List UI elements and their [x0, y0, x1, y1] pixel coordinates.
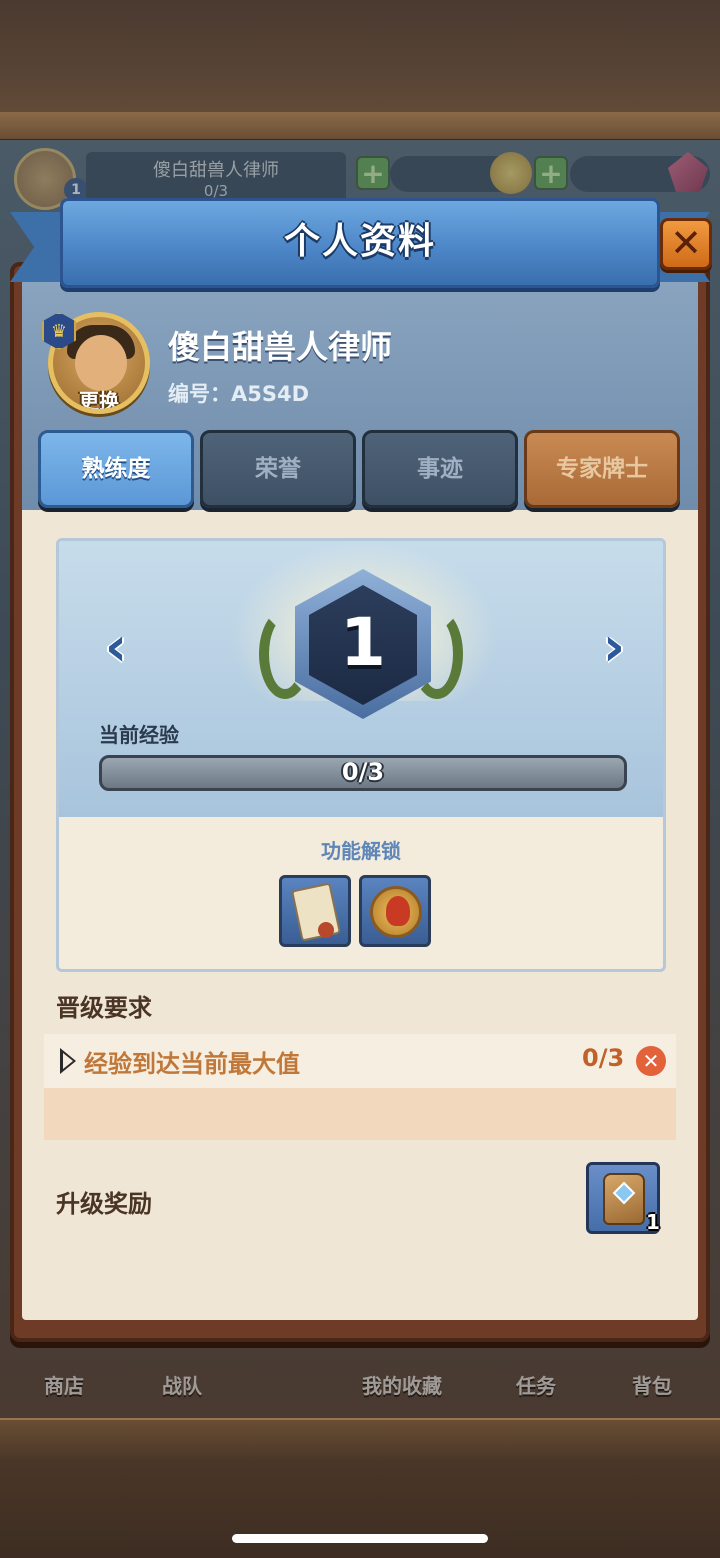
- player-id-label: 编号：: [168, 382, 231, 406]
- incomplete-x-icon: ✕: [636, 1046, 666, 1076]
- exp-progress-text: 0/3: [341, 758, 385, 786]
- feature-unlock-title: 功能解锁: [321, 839, 401, 863]
- nav-collection[interactable]: 我的收藏: [362, 1370, 442, 1399]
- level-number: 1: [340, 604, 386, 681]
- player-id-value: A5S4D: [231, 382, 310, 406]
- requirement-row-empty: [44, 1088, 676, 1140]
- nav-bag[interactable]: 背包: [632, 1370, 672, 1399]
- nav-shop[interactable]: 商店: [44, 1370, 84, 1399]
- avatar-face: [75, 335, 127, 391]
- upgrade-rewards-title: 升级奖励: [56, 1190, 152, 1218]
- close-button[interactable]: ✕: [660, 218, 712, 270]
- nav-team[interactable]: 战队: [162, 1370, 202, 1399]
- scroll-icon[interactable]: [279, 875, 351, 947]
- phoenix-body: [386, 896, 410, 926]
- add-gem-button[interactable]: +: [534, 156, 568, 190]
- tab-deeds[interactable]: 事迹: [362, 430, 518, 508]
- play-arrow-icon-inner: [63, 1053, 73, 1069]
- reward-count: 1: [646, 1210, 660, 1234]
- bottom-nav: 商店 战队 我的收藏 任务 背包: [0, 1340, 720, 1420]
- scroll-seal: [318, 922, 334, 938]
- requirement-progress: 0/3: [582, 1044, 625, 1072]
- next-level-arrow-icon[interactable]: ›: [597, 619, 631, 675]
- current-exp-label: 当前经验: [99, 723, 179, 747]
- level-panel-top: ‹ › 1 当前经验 0/3: [59, 541, 663, 817]
- requirement-row: 经验到达当前最大值 0/3 ✕: [44, 1034, 676, 1088]
- player-name: 傻白甜兽人律师: [168, 328, 393, 366]
- phoenix-icon[interactable]: [359, 875, 431, 947]
- add-coin-button[interactable]: +: [356, 156, 390, 190]
- level-panel: ‹ › 1 当前经验 0/3 功能解锁: [56, 538, 666, 972]
- prev-level-arrow-icon[interactable]: ‹: [99, 619, 133, 675]
- nav-tasks[interactable]: 任务: [516, 1370, 556, 1399]
- player-id: 编号：A5S4D: [168, 378, 309, 408]
- tab-expert-card[interactable]: 专家牌士: [524, 430, 680, 508]
- coin-icon: [490, 152, 532, 194]
- promotion-requirements-title: 晋级要求: [56, 994, 152, 1022]
- background-top-band: [0, 112, 720, 142]
- requirement-text: 经验到达当前最大值: [84, 1050, 300, 1078]
- modal-title: 个人资料: [283, 221, 436, 262]
- tab-honor[interactable]: 荣誉: [200, 430, 356, 508]
- status-player-name: 傻白甜兽人律师: [153, 160, 279, 181]
- home-indicator[interactable]: [232, 1534, 488, 1543]
- tab-proficiency[interactable]: 熟练度: [38, 430, 194, 508]
